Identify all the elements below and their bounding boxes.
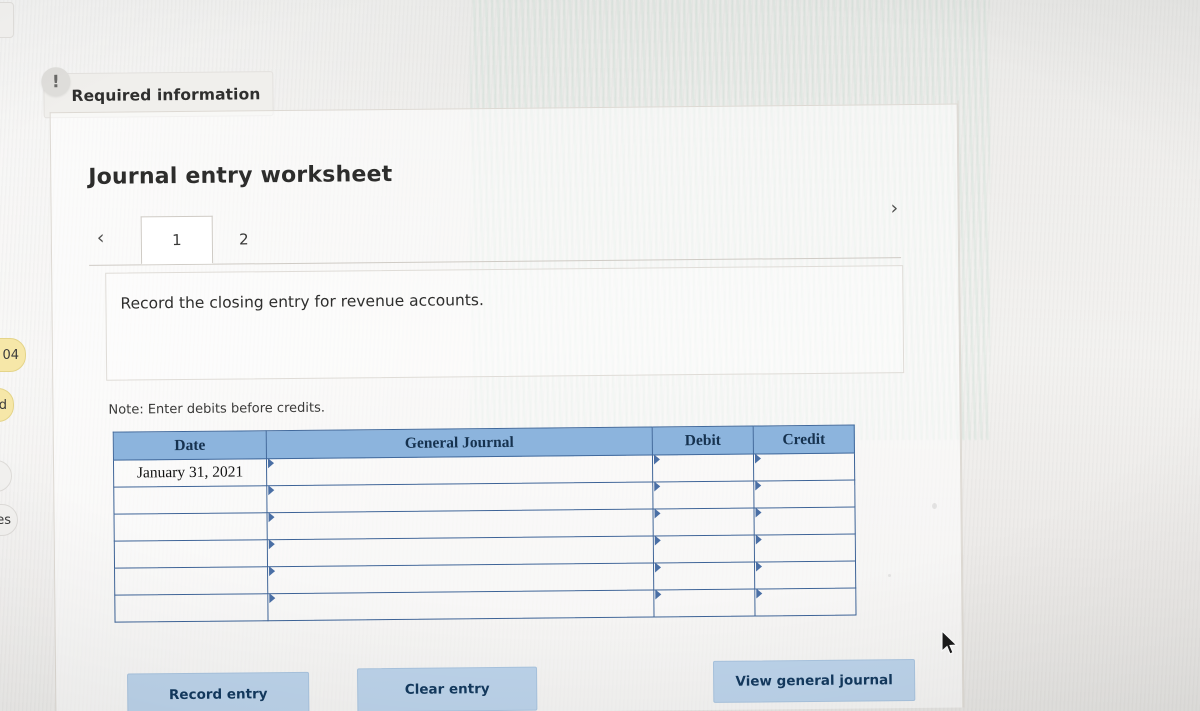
tab-label: 2 xyxy=(239,230,249,249)
chevron-down-icon[interactable] xyxy=(268,485,275,496)
cell-credit[interactable] xyxy=(754,588,857,617)
required-information-label: Required information xyxy=(71,85,261,106)
chevron-down-icon[interactable] xyxy=(756,588,763,599)
view-general-journal-button[interactable]: View general journal xyxy=(712,658,916,703)
cell-date[interactable] xyxy=(114,539,268,569)
chevron-down-icon[interactable] xyxy=(654,508,661,519)
chevron-down-icon[interactable] xyxy=(654,562,662,573)
cell-debit[interactable] xyxy=(652,481,754,509)
cell-date-value xyxy=(121,580,261,581)
chevron-down-icon[interactable] xyxy=(267,458,275,469)
column-header-general-journal: General Journal xyxy=(266,427,653,459)
dust-speck xyxy=(888,574,891,577)
chevron-down-icon[interactable] xyxy=(755,561,763,572)
tab-label: 1 xyxy=(172,231,182,250)
chevron-down-icon[interactable] xyxy=(653,454,661,465)
cell-date[interactable]: January 31, 2021 xyxy=(113,458,267,488)
chevron-down-icon[interactable] xyxy=(755,480,762,491)
chevron-down-icon[interactable] xyxy=(755,507,762,518)
cell-credit[interactable] xyxy=(753,507,856,536)
button-label: Record entry xyxy=(168,686,268,704)
instruction-text: Record the closing entry for revenue acc… xyxy=(120,291,484,313)
cell-date-value: January 31, 2021 xyxy=(136,463,244,482)
record-entry-button[interactable]: Record entry xyxy=(127,671,310,711)
button-label: Clear entry xyxy=(404,681,490,698)
chevron-down-icon[interactable] xyxy=(755,534,762,545)
cell-general-journal[interactable] xyxy=(267,589,655,621)
chevron-left-icon[interactable]: ‹ xyxy=(97,227,105,249)
chevron-down-icon[interactable] xyxy=(654,535,661,546)
cell-date-value xyxy=(121,526,261,527)
page-title: Journal entry worksheet xyxy=(88,161,393,190)
column-header-credit: Credit xyxy=(753,425,855,455)
cell-general-journal[interactable] xyxy=(266,455,653,486)
cell-debit[interactable] xyxy=(652,454,754,482)
chevron-down-icon[interactable] xyxy=(654,481,661,492)
cell-date-value xyxy=(121,553,261,554)
cell-debit[interactable] xyxy=(652,508,755,536)
chevron-down-icon[interactable] xyxy=(268,512,275,523)
column-header-date: Date xyxy=(113,430,267,461)
cell-credit[interactable] xyxy=(754,534,856,563)
cell-debit[interactable] xyxy=(653,535,755,563)
cell-debit[interactable] xyxy=(653,589,756,617)
cell-date-value xyxy=(121,607,261,608)
cell-general-journal[interactable] xyxy=(266,481,653,513)
tab-1[interactable]: 1 xyxy=(140,215,214,265)
cell-credit[interactable] xyxy=(753,453,855,482)
page-content: ! Required information Journal entry wor… xyxy=(0,0,1200,711)
cell-credit[interactable] xyxy=(754,561,856,590)
chevron-down-icon[interactable] xyxy=(655,589,662,600)
tab-2[interactable]: 2 xyxy=(213,215,275,264)
cell-date[interactable] xyxy=(114,512,268,542)
cell-general-journal[interactable] xyxy=(267,562,654,594)
chevron-right-icon[interactable]: › xyxy=(890,197,898,219)
chevron-down-icon[interactable] xyxy=(269,566,276,577)
chevron-down-icon[interactable] xyxy=(268,539,275,550)
cell-debit[interactable] xyxy=(653,562,755,590)
exclamation-icon: ! xyxy=(41,67,71,97)
chevron-down-icon[interactable] xyxy=(269,593,276,604)
cell-date[interactable] xyxy=(114,566,268,596)
column-header-debit: Debit xyxy=(652,426,754,456)
instruction-panel xyxy=(105,265,905,381)
cell-general-journal[interactable] xyxy=(266,508,654,540)
cell-date-value xyxy=(120,499,260,500)
cell-general-journal[interactable] xyxy=(267,535,654,567)
chevron-down-icon[interactable] xyxy=(754,453,762,464)
dust-speck xyxy=(932,503,937,509)
clear-entry-button[interactable]: Clear entry xyxy=(356,666,538,711)
cell-date[interactable] xyxy=(113,485,267,515)
photographed-screen-backdrop: 04 d ces ! Required information Journal … xyxy=(0,0,1200,711)
note-text: Note: Enter debits before credits. xyxy=(108,400,326,418)
cell-credit[interactable] xyxy=(753,480,855,509)
button-label: View general journal xyxy=(735,672,893,690)
cell-date[interactable] xyxy=(114,593,269,623)
journal-entry-table: Date General Journal Debit Credit Januar… xyxy=(113,425,857,623)
